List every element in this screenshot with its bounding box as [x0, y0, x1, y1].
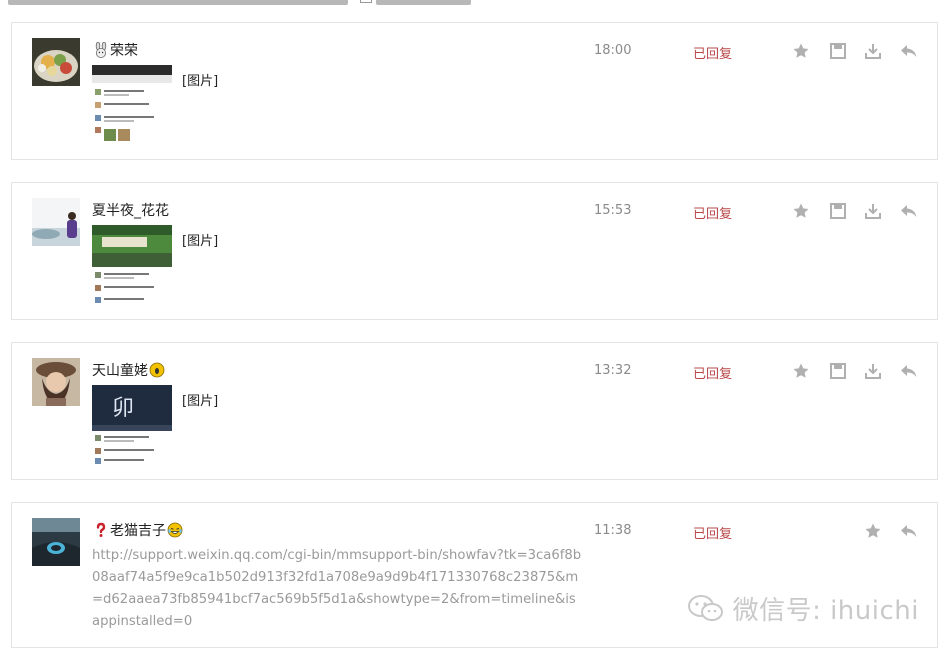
- save-icon[interactable]: [829, 42, 847, 60]
- reply-icon[interactable]: [900, 522, 918, 540]
- save-icon[interactable]: [829, 202, 847, 220]
- download-icon[interactable]: [864, 42, 882, 60]
- reply-status: 已回复: [693, 207, 733, 222]
- sender-nickname: 老猫吉子: [92, 520, 184, 540]
- bunny-emoji-icon: [93, 41, 109, 58]
- reply-status: 已回复: [693, 47, 733, 62]
- message-item: 荣荣 [图片] 18:00 已回复: [11, 22, 938, 160]
- download-icon[interactable]: [864, 362, 882, 380]
- message-item: 夏半夜_花花 [图片] 15:53 已回复: [11, 182, 938, 320]
- checkbox[interactable]: [360, 0, 372, 3]
- image-message-label: [图片]: [182, 394, 219, 409]
- avatar[interactable]: [32, 38, 80, 86]
- reply-icon[interactable]: [900, 362, 918, 380]
- sender-nickname: 夏半夜_花花: [92, 203, 169, 219]
- sender-nickname: 天山童姥: [92, 360, 166, 380]
- image-message-label: [图片]: [182, 74, 219, 89]
- svg-text:卯: 卯: [112, 396, 134, 421]
- star-icon[interactable]: [792, 202, 810, 220]
- laughing-crying-emoji-icon: [167, 522, 183, 538]
- star-icon[interactable]: [792, 42, 810, 60]
- image-thumbnail[interactable]: 卯: [92, 385, 172, 465]
- face-emoji-icon: [149, 362, 165, 378]
- message-link[interactable]: http://support.weixin.qq.com/cgi-bin/mms…: [92, 545, 582, 633]
- star-icon[interactable]: [864, 522, 882, 540]
- image-thumbnail[interactable]: [92, 65, 172, 145]
- image-message-label: [图片]: [182, 234, 219, 249]
- reply-icon[interactable]: [900, 42, 918, 60]
- reply-status: 已回复: [693, 367, 733, 382]
- question-mark-emoji-icon: [93, 522, 109, 538]
- reply-icon[interactable]: [900, 202, 918, 220]
- wechat-logo-icon: [687, 594, 723, 621]
- avatar[interactable]: [32, 518, 80, 566]
- avatar[interactable]: [32, 198, 80, 246]
- message-item: 天山童姥 卯 [图片] 13:32 已回复: [11, 342, 938, 480]
- sender-nickname: 荣荣: [92, 40, 138, 60]
- top-toolbar-strip: [0, 0, 949, 5]
- download-icon[interactable]: [864, 202, 882, 220]
- wechat-watermark: 微信号: ihuichi: [687, 590, 919, 627]
- message-time: 13:32: [594, 363, 632, 378]
- reply-status: 已回复: [693, 527, 733, 542]
- message-time: 15:53: [594, 203, 632, 218]
- star-icon[interactable]: [792, 362, 810, 380]
- avatar[interactable]: [32, 358, 80, 406]
- watermark-text: 微信号: ihuichi: [732, 596, 919, 626]
- image-thumbnail[interactable]: [92, 225, 172, 305]
- save-icon[interactable]: [829, 362, 847, 380]
- message-time: 18:00: [594, 43, 632, 58]
- message-time: 11:38: [594, 523, 632, 538]
